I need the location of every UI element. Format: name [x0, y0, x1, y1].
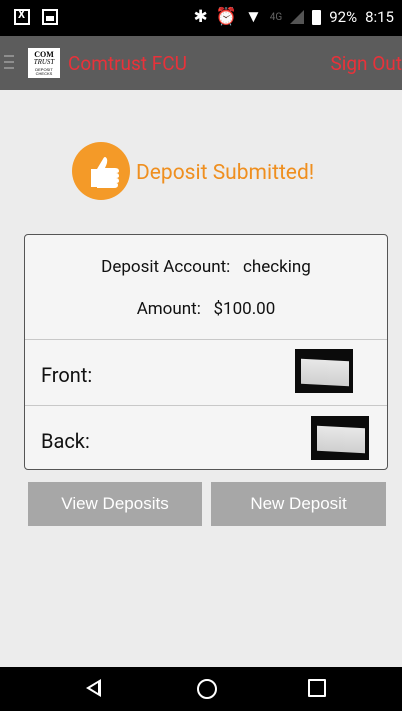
wifi-icon: ▼: [244, 6, 262, 27]
notification-icons: [14, 8, 58, 25]
divider: [25, 405, 387, 406]
clock: 8:15: [365, 8, 394, 26]
alarm-icon: ⏰: [215, 6, 237, 27]
back-label: Back:: [41, 429, 90, 453]
front-check-thumbnail[interactable]: [295, 349, 353, 393]
status-message: Deposit Submitted!: [136, 161, 315, 185]
status-indicators: ✱ ⏰ ▼ 4G 92% 8:15: [194, 8, 394, 26]
amount-value: $100.00: [213, 299, 276, 319]
deposit-details-card: Deposit Account: checking Amount: $100.0…: [24, 234, 388, 470]
front-label: Front:: [41, 363, 93, 387]
battery-percent: 92%: [329, 8, 358, 26]
back-icon[interactable]: [86, 679, 101, 697]
network-type: 4G: [269, 11, 283, 23]
divider: [25, 339, 387, 340]
app-logo: COM TRUST DEPOSIT CHECKS: [28, 48, 60, 78]
deposit-account-line: Deposit Account: checking: [25, 257, 387, 277]
amount-line: Amount: $100.00: [25, 299, 387, 319]
logo-line-2: TRUST: [33, 58, 55, 66]
amount-label: Amount:: [136, 299, 201, 319]
deposit-status: Deposit Submitted!: [0, 142, 402, 202]
recent-apps-icon[interactable]: [308, 679, 326, 697]
app-title: Comtrust FCU: [68, 52, 187, 75]
bluetooth-icon: ✱: [193, 6, 208, 27]
battery-icon: [312, 9, 322, 25]
logo-line-3: DEPOSIT CHECKS: [35, 67, 53, 76]
account-value: checking: [242, 257, 311, 277]
view-deposits-button[interactable]: View Deposits: [28, 482, 202, 526]
back-check-thumbnail[interactable]: [311, 416, 369, 460]
mail-icon: [42, 9, 58, 25]
system-nav-bar: [0, 667, 402, 711]
menu-icon[interactable]: [4, 55, 14, 73]
app-bar: COM TRUST DEPOSIT CHECKS Comtrust FCU Si…: [0, 36, 402, 90]
home-icon[interactable]: [197, 679, 217, 699]
sign-out-button[interactable]: Sign Out: [330, 52, 402, 75]
thumbs-up-icon: [72, 142, 130, 200]
new-deposit-button[interactable]: New Deposit: [211, 482, 386, 526]
account-label: Deposit Account:: [101, 257, 231, 277]
signal-icon: [290, 10, 305, 24]
status-bar: ✱ ⏰ ▼ 4G 92% 8:15: [0, 0, 402, 36]
photo-icon: [14, 8, 30, 25]
